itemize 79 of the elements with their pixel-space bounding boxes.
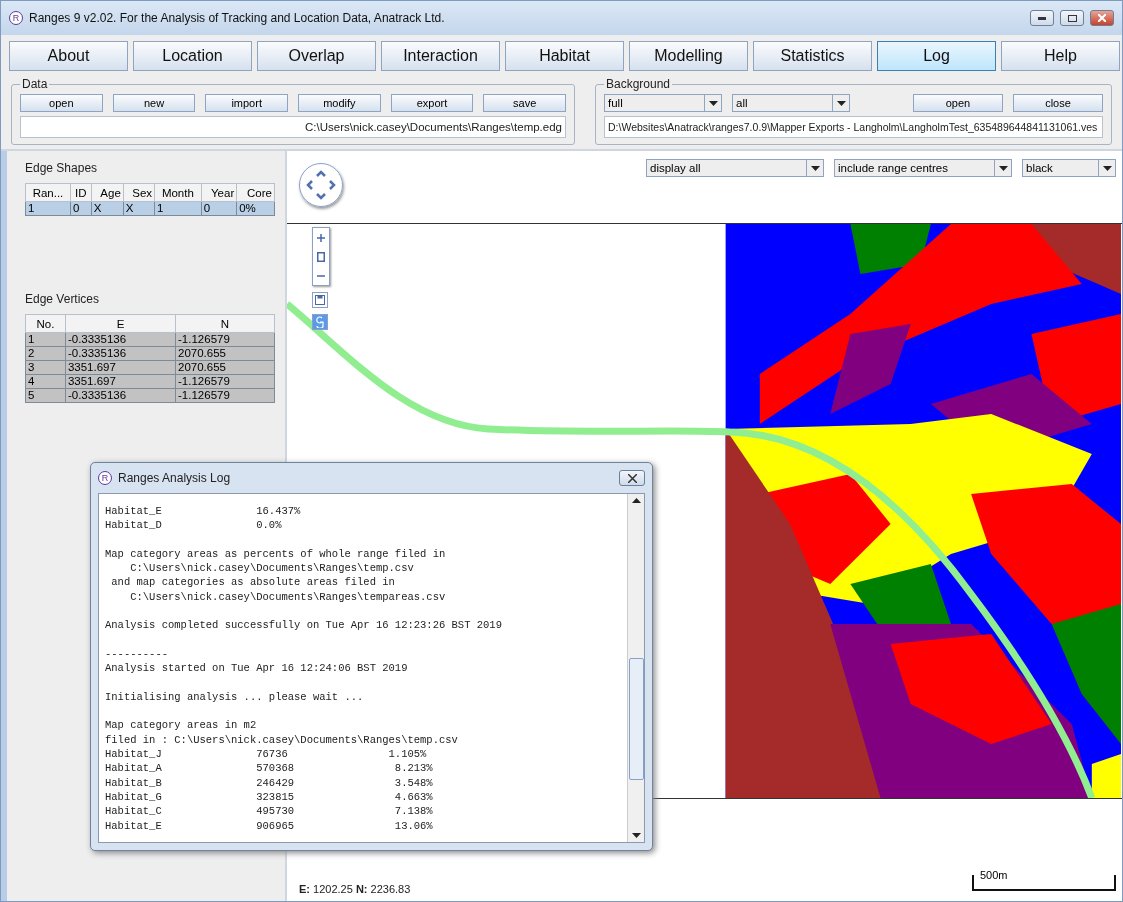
menu-tab[interactable]: Habitat (505, 41, 624, 71)
square-icon (317, 251, 325, 262)
panel-title: Data (21, 77, 49, 91)
log-line: Habitat_E 906965 13.06% (105, 818, 433, 833)
data-button[interactable]: import (205, 94, 288, 112)
scrollbar-thumb[interactable] (628, 658, 644, 780)
data-button[interactable]: new (112, 94, 196, 112)
file-path-field[interactable]: C:\Users\nick.casey\Documents\Ranges\temp.edg (20, 116, 566, 138)
log-line: filed in : C:\Users\nick.casey\Documents\Ranges\temp.csv (105, 732, 458, 748)
column-header[interactable]: No. (25, 314, 66, 333)
column-header[interactable]: Core (236, 183, 275, 202)
maximize-icon (1067, 14, 1077, 22)
data-button[interactable]: modify (298, 94, 381, 112)
log-line: Initialising analysis ... please wait ... (105, 689, 364, 705)
column-header[interactable]: N (175, 314, 275, 333)
log-line: Habitat_J 76736 1.105% (105, 747, 427, 762)
column-header[interactable]: ID (70, 183, 92, 202)
log-line: Habitat_D 0.0% (105, 518, 282, 533)
log-line: C:\Users\nick.casey\Documents\Ranges\temp.csv (129, 561, 414, 576)
log-line: Map category areas as percents of whole range filed in (105, 546, 446, 562)
column-header[interactable]: Month (154, 183, 202, 202)
save-icon[interactable] (312, 292, 328, 308)
app-logo: R (98, 471, 112, 485)
close-icon (627, 473, 637, 483)
column-header[interactable]: Ran... (25, 183, 71, 202)
coordinates-readout: E: 1202.25 N: 2236.83 (299, 883, 411, 895)
plus-icon (317, 233, 325, 242)
close-button[interactable] (619, 470, 645, 486)
log-line: Habitat_C 495730 7.138% (105, 804, 433, 819)
menu-tab[interactable]: Overlap (257, 41, 376, 71)
log-line: Analysis completed successfully on Tue Apr 16 12:23:26 BST 2019 (105, 618, 502, 633)
column-header[interactable]: E (65, 314, 176, 333)
menu-tab[interactable]: About (9, 41, 128, 71)
dropdown[interactable]: black (1022, 159, 1116, 177)
minimize-icon (1038, 16, 1046, 20)
log-line: Analysis started on Tue Apr 16 12:24:06 BST 2019 (105, 661, 408, 676)
window-title: Ranges 9 v2.02. For the Analysis of Tracking and Location Data, Anatrack Ltd. (29, 11, 446, 25)
log-line: Habitat_G 323815 4.663% (105, 789, 433, 805)
data-button[interactable]: export (390, 94, 474, 112)
file-path-field[interactable]: D:\Websites\Anatrack\ranges7.0.9\Mapper Exports - Langholm\LangholmTest_635489644841131061.ves (604, 116, 1103, 138)
close-button[interactable] (1090, 10, 1114, 26)
window-title: Ranges Analysis Log (118, 471, 232, 485)
caret-icon (836, 100, 846, 106)
background-button[interactable]: open (913, 94, 1003, 112)
menu-tab[interactable]: Modelling (629, 41, 748, 71)
log-line: Habitat_B 246429 3.548% (105, 775, 433, 790)
caret-icon (810, 165, 820, 171)
caret-icon (708, 100, 718, 106)
log-line: Map category areas in m2 (105, 718, 257, 733)
log-line: ---------- (105, 646, 168, 662)
data-button[interactable]: open (20, 94, 103, 112)
dropdown[interactable]: include range centres (834, 159, 1012, 177)
minimize-button[interactable] (1030, 10, 1054, 26)
caret-icon (1102, 165, 1112, 171)
log-line: and map categories as absolute areas filed in (110, 575, 395, 590)
dropdown[interactable]: display all (646, 159, 824, 177)
column-header[interactable]: Year (201, 183, 237, 202)
dropdown[interactable]: full (604, 94, 722, 112)
menu-tab[interactable]: Statistics (753, 41, 872, 71)
log-line: Habitat_A 570368 8.213% (105, 761, 433, 776)
close-icon (1098, 14, 1106, 22)
background-button[interactable]: close (1013, 94, 1103, 112)
data-button[interactable]: save (483, 94, 567, 112)
column-header[interactable]: Age (91, 183, 124, 202)
menu-tab[interactable]: Log (877, 41, 996, 71)
app-logo: R (9, 11, 23, 25)
menu-tab[interactable]: Help (1001, 41, 1120, 71)
caret-icon (998, 165, 1008, 171)
log-line: Habitat_E 16.437% (105, 504, 301, 519)
dropdown[interactable]: all (732, 94, 850, 112)
column-header[interactable]: Sex (123, 183, 155, 202)
minus-icon (317, 274, 325, 277)
menu-tab[interactable]: Location (133, 41, 252, 71)
panel-title: Background (605, 77, 672, 91)
log-line: C:\Users\nick.casey\Documents\Ranges\tempareas.csv (129, 589, 446, 605)
section-title: Edge Vertices (25, 292, 101, 306)
maximize-button[interactable] (1060, 10, 1084, 26)
menu-tab[interactable]: Interaction (381, 41, 500, 71)
section-title: Edge Shapes (25, 161, 99, 175)
